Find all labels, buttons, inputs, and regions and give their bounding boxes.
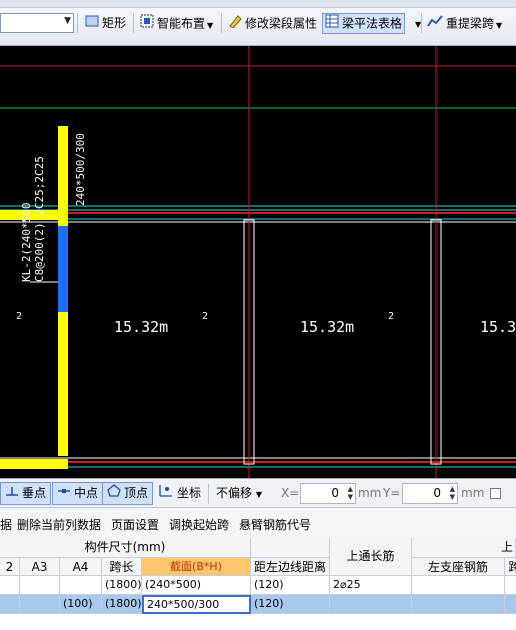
layer-select[interactable]: ▼	[0, 13, 74, 33]
reextract-span-button[interactable]: 重提梁跨 ▼	[424, 13, 505, 34]
top-bar-header: 上通长筋	[330, 538, 412, 576]
table-cell[interactable]	[330, 595, 412, 614]
offset-select[interactable]: 不偏移 ▼	[216, 484, 262, 504]
table-cell[interactable]: (1800)	[102, 595, 142, 614]
table-cell[interactable]: (100)	[60, 595, 102, 614]
table-cell[interactable]: (240*500)	[142, 576, 251, 595]
x-unit: mm	[358, 486, 382, 500]
column-header[interactable]: A3	[20, 558, 60, 576]
beam-annotation-line1: KL-2(240*500	[20, 202, 33, 282]
perpendicular-snap-toggle[interactable]: 垂点	[0, 482, 52, 505]
beam-highlight-blue	[58, 226, 68, 312]
vertex-snap-icon	[107, 483, 121, 504]
y-unit: mm	[461, 486, 485, 500]
x-coordinate-input[interactable]: 0 ▲ ▼	[300, 483, 356, 504]
toolbar-separator	[221, 13, 222, 33]
table-cell[interactable]	[505, 576, 516, 595]
spinner-icon[interactable]: ▲ ▼	[450, 485, 455, 501]
group-header: 构件尺寸(mm)	[0, 538, 251, 558]
header-filler	[251, 538, 330, 558]
edit-beam-attr-button[interactable]: 修改梁段属性	[225, 13, 320, 34]
table-cell[interactable]	[0, 576, 20, 595]
snap-toolbar: 垂点 中点 顶点 坐标 不偏移 ▼ X= 0 ▲ ▼ mm Y= 0 ▲ ▼ mm	[0, 478, 516, 508]
coordinate-icon	[158, 483, 174, 504]
toolbar-separator	[421, 13, 422, 33]
rotate-checkbox[interactable]	[490, 488, 501, 499]
table-cell[interactable]	[0, 595, 20, 614]
span-marker: 2	[202, 311, 209, 322]
span-length-label: 15.32	[480, 318, 516, 336]
coordinate-toggle[interactable]: 坐标	[153, 482, 206, 505]
column-header[interactable]: 距左边线距离	[251, 558, 330, 576]
table-cell[interactable]: (120)	[251, 595, 330, 614]
spinner-icon[interactable]: ▲ ▼	[348, 485, 353, 501]
column-header[interactable]: 左支座钢筋	[412, 558, 505, 576]
toolbar-separator	[133, 13, 134, 33]
chevron-down-icon[interactable]: ▼	[410, 13, 424, 34]
midpoint-snap-icon	[57, 483, 71, 504]
table-cell[interactable]	[60, 576, 102, 595]
rectangle-icon	[85, 14, 99, 33]
column-header[interactable]: A4	[60, 558, 102, 576]
table-cell[interactable]	[20, 595, 60, 614]
x-label: X=	[281, 486, 300, 500]
cad-drawing	[0, 46, 516, 478]
smart-layout-icon	[140, 14, 154, 34]
chevron-down-icon: ▼	[255, 490, 262, 499]
right-partial-header: 上	[412, 538, 516, 558]
column-header-selected[interactable]: 截面(B*H)	[142, 558, 251, 576]
table-cell[interactable]	[412, 595, 505, 614]
drawing-canvas[interactable]: 240*500/300 KL-2(240*500 C8@200(2) 2C25;…	[0, 46, 516, 478]
chevron-down-icon: ▼	[64, 16, 71, 26]
span-length-label: 15.32m	[114, 318, 169, 336]
cantilever-code-button[interactable]: 悬臂钢筋代号	[239, 516, 311, 533]
smart-layout-button[interactable]: 智能布置 ▼	[137, 13, 216, 34]
beam-table-icon	[325, 14, 339, 34]
beam-size-text: 240*500/300	[74, 133, 87, 206]
table-tool-partial[interactable]: 据	[0, 516, 12, 533]
beam-property-table: 构件尺寸(mm) 上通长筋 上 2 A3 A4 跨长 截面(B*H) 距左边线距…	[0, 538, 516, 630]
y-label: Y=	[383, 486, 401, 500]
snap-separator	[208, 484, 209, 504]
toolbar-separator	[77, 13, 78, 33]
table-cell[interactable]	[412, 576, 505, 595]
span-marker: 2	[16, 311, 23, 322]
chevron-down-icon: ▼	[496, 20, 503, 30]
column-header[interactable]: 跨	[505, 558, 516, 576]
edit-beam-icon	[228, 14, 242, 34]
delete-column-data-button[interactable]: 删除当前列数据	[17, 516, 101, 533]
beam-annotation-line2: C8@200(2) 2C25;2C25	[33, 156, 46, 282]
table-cell[interactable]: (1800)	[102, 576, 142, 595]
column-header[interactable]: 2	[0, 558, 20, 576]
selected-beam-bottom[interactable]	[0, 459, 68, 469]
swap-start-span-button[interactable]: 调换起始跨	[169, 516, 229, 533]
y-coordinate-input[interactable]: 0 ▲ ▼	[402, 483, 458, 504]
toolbar-top-strip	[0, 0, 516, 8]
beam-table-button[interactable]: 梁平法表格	[322, 13, 406, 34]
column-header[interactable]: 跨长	[102, 558, 142, 576]
table-cell[interactable]	[20, 576, 60, 595]
span-length-label: 15.32m	[300, 318, 355, 336]
page-setup-button[interactable]: 页面设置	[111, 516, 159, 533]
main-toolbar: ▼ 矩形 智能布置 ▼ 修改梁段属性 梁平法表格 ▼ 重提梁跨 ▼	[0, 0, 516, 46]
chevron-down-icon: ▼	[207, 20, 214, 30]
table-toolbar: 据 删除当前列数据 页面设置 调换起始跨 悬臂钢筋代号	[0, 508, 516, 538]
table-cell-editing[interactable]: 240*500/300	[142, 595, 251, 614]
perpendicular-snap-icon	[5, 483, 19, 504]
rectangle-button[interactable]: 矩形	[82, 13, 129, 34]
table-cell[interactable]: 2⌀25	[330, 576, 412, 595]
reextract-span-icon	[427, 14, 443, 34]
table-cell[interactable]: (120)	[251, 576, 330, 595]
vertex-snap-toggle[interactable]: 顶点	[102, 482, 154, 505]
table-cell[interactable]	[505, 595, 516, 614]
span-marker: 2	[388, 311, 395, 322]
midpoint-snap-toggle[interactable]: 中点	[52, 482, 104, 505]
